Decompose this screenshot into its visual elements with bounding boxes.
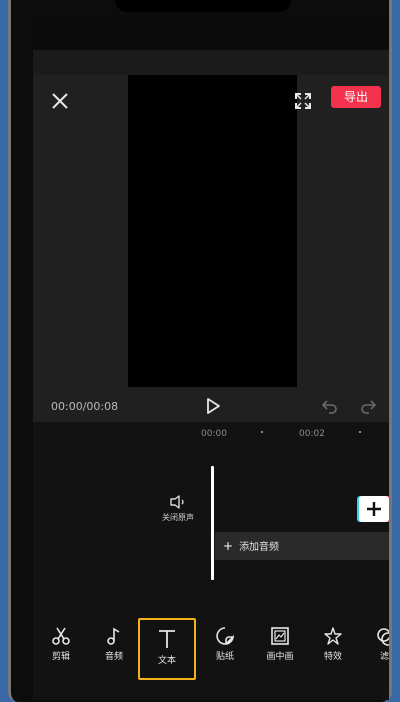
tool-label: 剪辑 — [51, 652, 70, 662]
top-strip — [33, 50, 389, 75]
sticker-icon — [216, 627, 235, 645]
add-clip-button[interactable] — [359, 496, 389, 522]
plus-icon: + — [223, 539, 234, 553]
tool-picture-in-picture[interactable]: 画中画 — [255, 622, 305, 676]
video-preview[interactable] — [128, 75, 297, 387]
undo-icon — [321, 400, 337, 414]
phone-frame: 导出 00:00/00:08 00:00 00:02 关闭原声 + 添加音频 剪… — [8, 0, 392, 702]
ruler-tick — [261, 431, 263, 433]
tool-text[interactable]: 文本 — [138, 618, 196, 680]
play-icon — [207, 398, 220, 414]
text-icon — [159, 630, 175, 648]
filter-icon — [377, 628, 389, 646]
ruler-tick — [359, 431, 361, 433]
picture-in-picture-icon — [271, 627, 289, 645]
tool-effects[interactable]: 特效 — [308, 622, 358, 676]
fullscreen-button[interactable] — [291, 89, 315, 113]
music-note-icon — [107, 627, 120, 645]
mute-original-sound-button[interactable]: 关闭原声 — [155, 494, 201, 528]
effects-star-icon — [324, 627, 342, 645]
add-audio-label: 添加音频 — [239, 542, 280, 553]
tool-filter[interactable]: 滤 — [361, 622, 389, 676]
plus-icon — [367, 502, 381, 516]
close-icon — [52, 93, 68, 109]
tool-label: 特效 — [323, 652, 342, 662]
play-button[interactable] — [204, 397, 222, 415]
redo-icon — [361, 400, 377, 414]
speaker-icon — [170, 495, 184, 509]
mute-original-sound-label: 关闭原声 — [162, 513, 194, 522]
status-area — [33, 22, 389, 50]
fullscreen-icon — [295, 93, 311, 109]
tool-cut[interactable]: 剪辑 — [36, 622, 86, 676]
tool-audio[interactable]: 音频 — [89, 622, 139, 676]
export-button[interactable]: 导出 — [331, 86, 381, 108]
phone-notch — [115, 0, 291, 12]
tool-label: 贴纸 — [215, 652, 234, 662]
tool-label: 画中画 — [266, 652, 294, 662]
time-readout: 00:00/00:08 — [51, 400, 119, 413]
ruler-label-1: 00:02 — [299, 429, 325, 439]
tool-label: 音频 — [104, 652, 123, 662]
tool-sticker[interactable]: 贴纸 — [200, 622, 250, 676]
scissors-icon — [52, 627, 70, 645]
playhead[interactable] — [211, 466, 214, 580]
app-screen: 导出 00:00/00:08 00:00 00:02 关闭原声 + 添加音频 剪… — [33, 22, 389, 700]
add-audio-track[interactable]: + 添加音频 — [215, 532, 389, 560]
close-button[interactable] — [48, 89, 72, 113]
undo-button[interactable] — [321, 397, 339, 415]
redo-button[interactable] — [359, 397, 377, 415]
editor-area: 导出 00:00/00:08 — [33, 75, 389, 422]
tool-label: 文本 — [157, 656, 176, 666]
ruler-label-0: 00:00 — [201, 429, 227, 439]
tool-label: 滤 — [379, 652, 389, 662]
bottom-toolbar: 剪辑 音频 文本 贴纸 画中画 特效 滤 — [33, 618, 389, 700]
